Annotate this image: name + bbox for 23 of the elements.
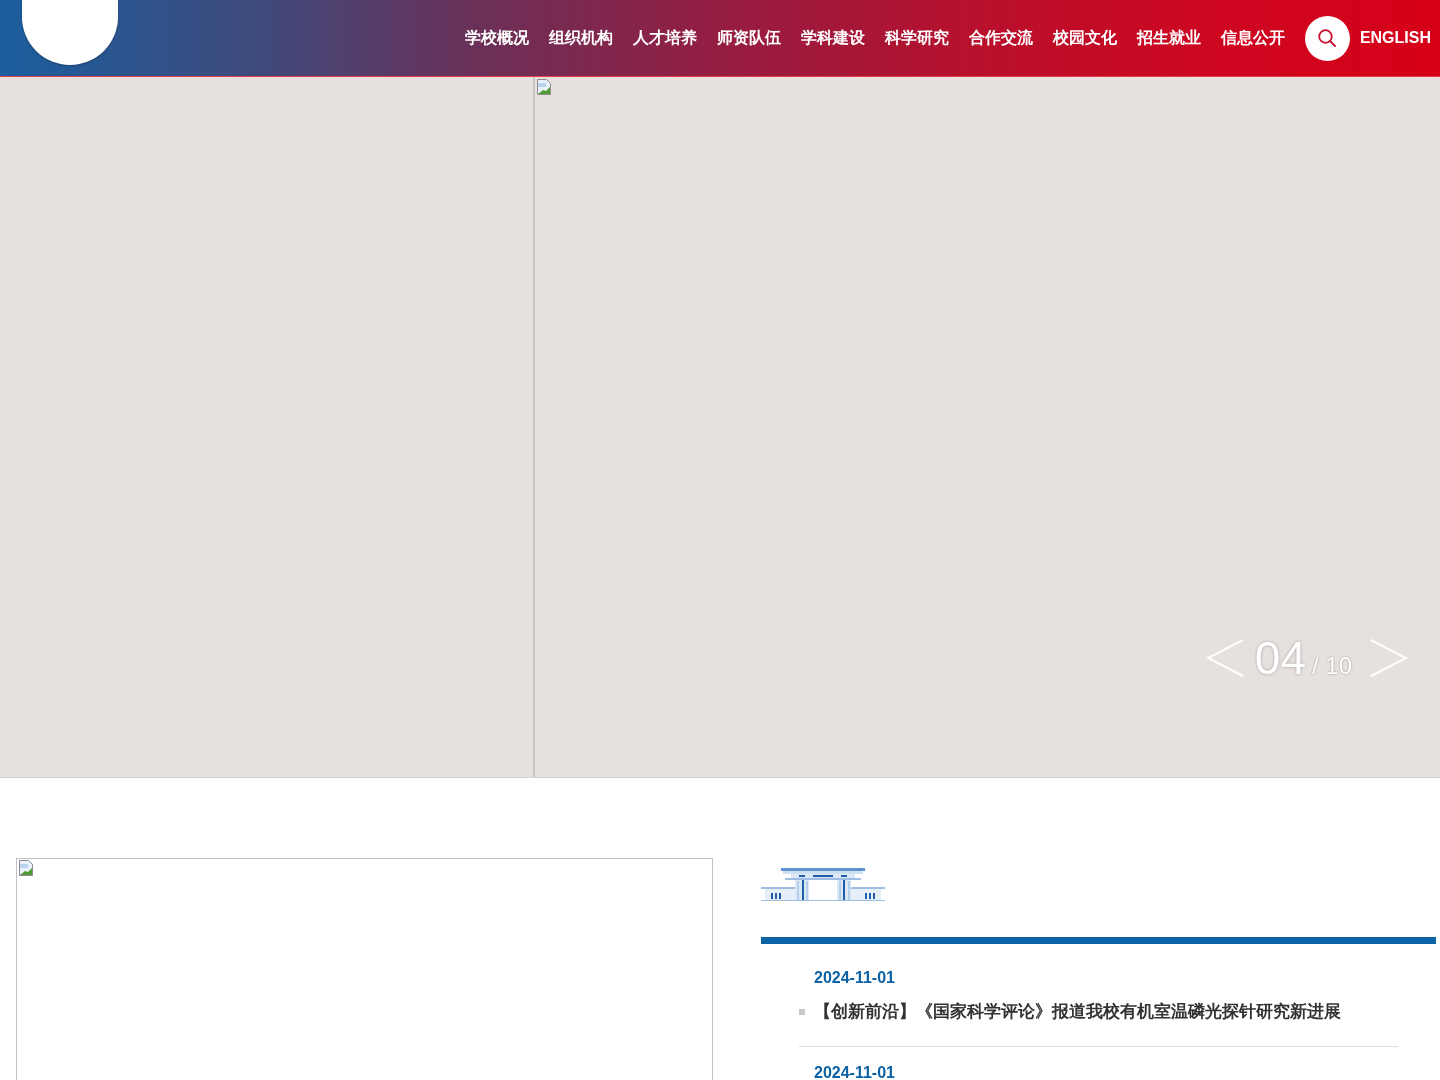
nav-link[interactable]: 学校概况 <box>464 28 529 48</box>
broken-image-icon <box>18 860 34 876</box>
gate-icon <box>761 867 885 901</box>
logo-placeholder[interactable] <box>22 0 118 65</box>
news-date: 2024-11-01 <box>813 968 896 988</box>
nav-link[interactable]: 信息公开 <box>1220 28 1285 48</box>
language-link[interactable]: ENGLISH <box>1359 28 1431 48</box>
news-date: 2024-11-01 <box>813 1063 896 1080</box>
chevron-right-icon <box>1370 638 1408 678</box>
nav-link[interactable]: 学科建设 <box>800 28 865 48</box>
nav-link[interactable]: 校园文化 <box>1052 28 1117 48</box>
nav-link[interactable]: 科学研究 <box>884 28 949 48</box>
search-button[interactable] <box>1304 15 1350 61</box>
broken-image-icon <box>536 79 552 95</box>
news-link[interactable]: 【创新前沿】《国家科学评论》报道我校有机室温磷光探针研究新进展 <box>814 1001 1341 1023</box>
nav-link[interactable]: 人才培养 <box>632 28 697 48</box>
chevron-left-icon <box>1205 638 1244 678</box>
nav-link[interactable]: 招生就业 <box>1136 28 1201 48</box>
nav-link[interactable]: 组织机构 <box>548 28 613 48</box>
nav-link[interactable]: 合作交流 <box>968 28 1033 48</box>
nav-link[interactable]: 师资队伍 <box>716 28 781 48</box>
search-icon <box>1318 29 1337 47</box>
square-bullet-icon <box>799 1009 805 1015</box>
